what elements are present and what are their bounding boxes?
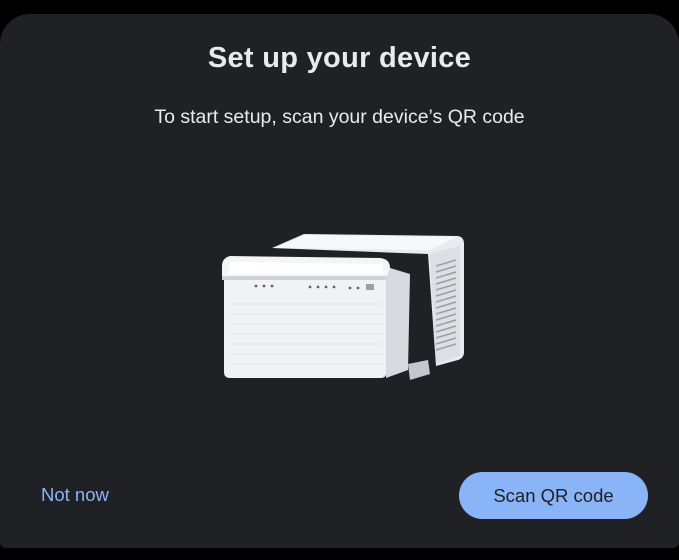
scan-qr-code-button[interactable]: Scan QR code: [459, 472, 648, 519]
dialog-title: Set up your device: [207, 42, 472, 74]
air-conditioner-image: [222, 234, 464, 380]
dialog-subtitle: To start setup, scan your device’s QR co…: [154, 106, 525, 128]
setup-dialog: Set up your device To start setup, scan …: [0, 14, 679, 548]
not-now-button[interactable]: Not now: [28, 472, 122, 518]
